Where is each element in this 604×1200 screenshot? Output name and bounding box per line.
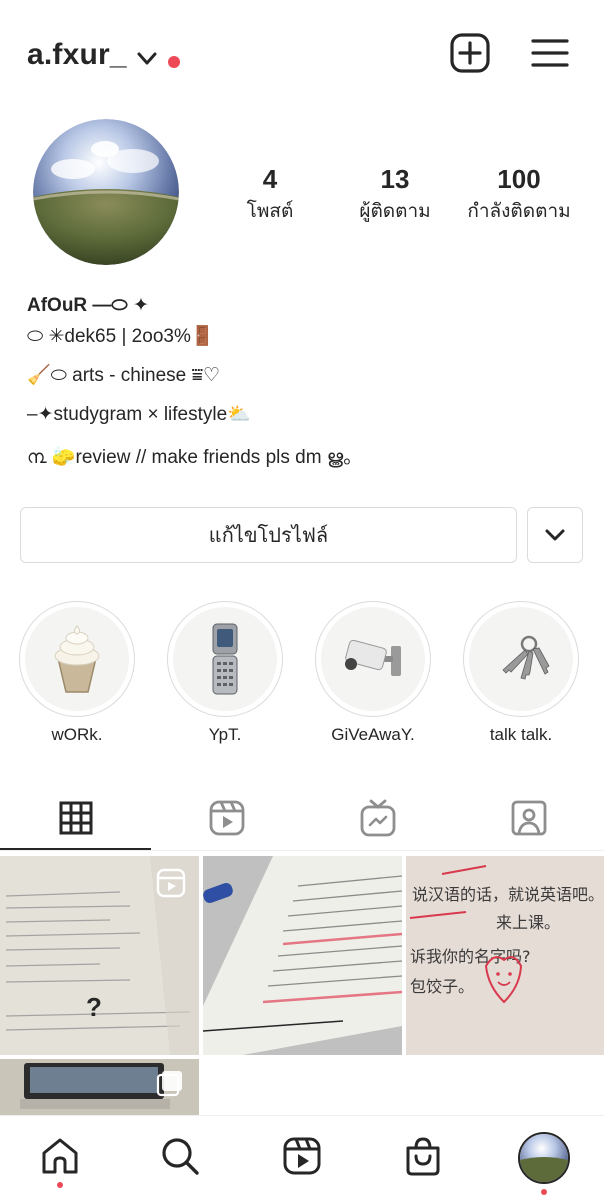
laptop-photo bbox=[0, 1059, 199, 1115]
notification-dot bbox=[168, 56, 180, 68]
tab-igtv[interactable] bbox=[302, 784, 453, 852]
grid-icon bbox=[59, 801, 92, 835]
post-tile-3[interactable]: 说汉语的话，就说英语吧。 来上课。 诉我你的名字吗? 包饺子。 bbox=[406, 856, 604, 1055]
home-notification-dot bbox=[57, 1182, 63, 1188]
chinese-notes-photo: 说汉语的话，就说英语吧。 来上课。 诉我你的名字吗? 包饺子。 bbox=[406, 856, 604, 1055]
post-tile-2[interactable] bbox=[203, 856, 402, 1055]
edit-profile-button[interactable]: แก้ไขโปรไฟล์ bbox=[20, 507, 517, 563]
profile-content-tabs bbox=[0, 784, 604, 852]
highlight-giveaway[interactable]: GiVeAwaY. bbox=[314, 601, 432, 745]
followers-label: ผู้ติดตาม bbox=[359, 201, 431, 222]
cctv-camera-icon bbox=[345, 639, 401, 676]
chinese-line-1: 说汉语的话，就说英语吧。 bbox=[412, 885, 604, 904]
reels-icon bbox=[283, 1137, 321, 1175]
worksheet-photo: ? bbox=[0, 856, 199, 1055]
english-worksheet-photo bbox=[203, 856, 402, 1055]
chinese-line-4: 包饺子。 bbox=[410, 977, 474, 996]
question-mark-sticker: ? bbox=[86, 992, 102, 1022]
nav-profile-avatar[interactable] bbox=[518, 1132, 570, 1184]
profile-avatar bbox=[520, 1134, 568, 1182]
post-tile-1[interactable]: ? bbox=[0, 856, 199, 1055]
search-icon bbox=[162, 1138, 199, 1175]
profile-avatar[interactable] bbox=[33, 119, 179, 265]
hamburger-menu-icon[interactable] bbox=[531, 37, 569, 69]
highlight-talk-talk[interactable]: talk talk. bbox=[462, 601, 580, 745]
tab-reels[interactable] bbox=[151, 784, 302, 852]
nav-home[interactable] bbox=[38, 1134, 82, 1178]
highlight-ypt[interactable]: YpT. bbox=[166, 601, 284, 745]
nav-shop[interactable] bbox=[401, 1134, 445, 1178]
tabs-divider bbox=[0, 850, 604, 851]
flip-phone-icon bbox=[212, 623, 238, 695]
bottom-navigation bbox=[0, 1115, 604, 1200]
posts-label: โพสต์ bbox=[246, 201, 294, 222]
nav-search[interactable] bbox=[158, 1134, 202, 1178]
followers-count: 13 bbox=[380, 164, 410, 194]
shop-icon bbox=[406, 1137, 440, 1176]
profile-notification-dot bbox=[541, 1189, 547, 1195]
chevron-down-icon bbox=[545, 529, 565, 541]
posts-count: 4 bbox=[262, 164, 278, 194]
bio-line-2: 🧹⬭ arts - chinese ⩸♡ bbox=[27, 365, 221, 386]
highlight-label: GiVeAwaY. bbox=[331, 725, 415, 744]
highlight-label: YpT. bbox=[208, 725, 242, 744]
stat-posts[interactable]: 4 โพสต์ bbox=[230, 163, 310, 227]
highlight-label: talk talk. bbox=[489, 725, 553, 744]
stat-followers[interactable]: 13 ผู้ติดตาม bbox=[340, 163, 450, 227]
reels-icon bbox=[209, 800, 244, 836]
tab-grid[interactable] bbox=[0, 784, 151, 852]
bio-line-4: ൩ 🧽review // make friends pls dm ൠ。 bbox=[27, 447, 363, 468]
highlight-label: wORk. bbox=[51, 725, 103, 744]
bio-line-1: ⬭ ✳dek65 | 2oo3%🚪 bbox=[27, 326, 215, 347]
tagged-icon bbox=[511, 800, 546, 836]
tab-tagged[interactable] bbox=[453, 784, 604, 852]
profile-header: a.fxur_ bbox=[0, 0, 604, 115]
suggested-accounts-button[interactable] bbox=[527, 507, 583, 563]
soft-serve-icon bbox=[54, 625, 100, 693]
following-count: 100 bbox=[497, 164, 541, 194]
username-switcher[interactable]: a.fxur_ bbox=[27, 38, 127, 72]
home-icon bbox=[42, 1138, 78, 1174]
post-tile-4[interactable] bbox=[0, 1059, 199, 1115]
create-post-icon[interactable] bbox=[449, 32, 491, 74]
igtv-icon bbox=[360, 799, 395, 837]
profile-display-name: AfOuR ―⬭ ✦ bbox=[27, 295, 149, 316]
highlight-work[interactable]: wORk. bbox=[18, 601, 136, 745]
chevron-down-icon[interactable] bbox=[136, 51, 158, 67]
keys-icon bbox=[502, 635, 550, 680]
bio-line-3: ‒✦studygram × lifestyle⛅ bbox=[27, 404, 251, 425]
chinese-line-2: 来上课。 bbox=[496, 913, 560, 932]
avatar-globe-image bbox=[33, 119, 179, 265]
following-label: กำลังติดตาม bbox=[467, 201, 571, 222]
nav-reels[interactable] bbox=[280, 1134, 324, 1178]
stat-following[interactable]: 100 กำลังติดตาม bbox=[459, 163, 579, 227]
